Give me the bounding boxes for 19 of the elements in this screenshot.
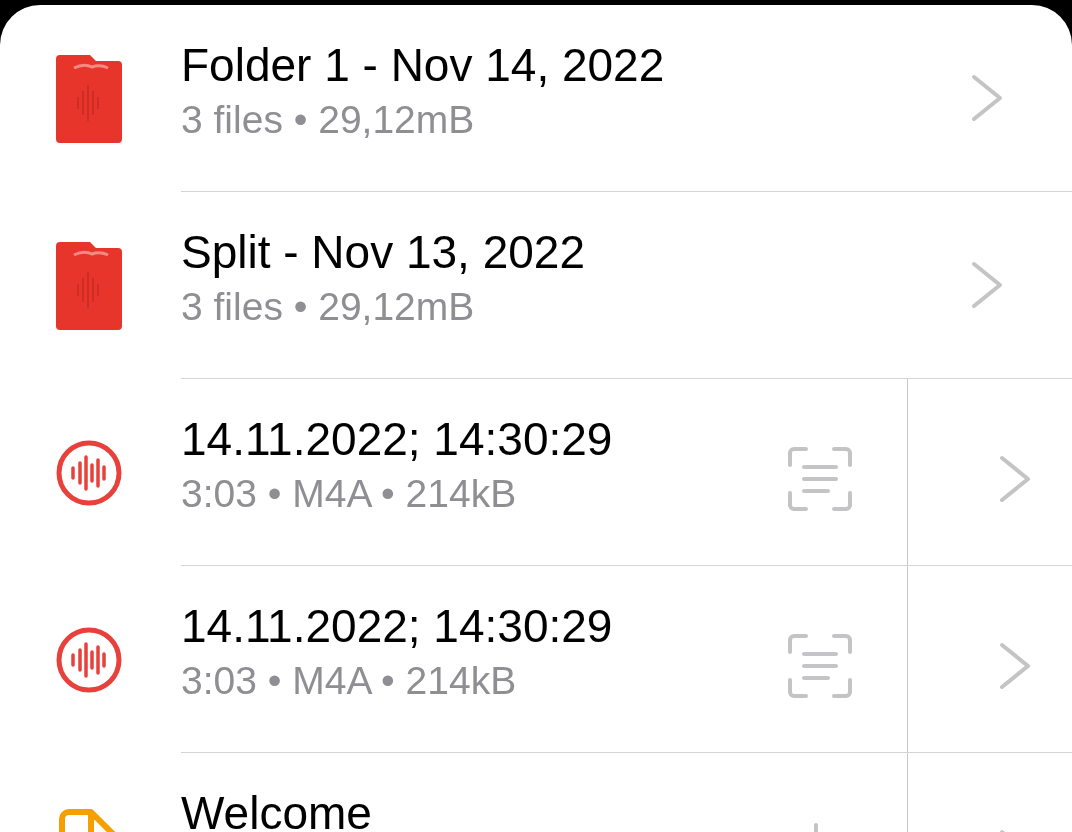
chevron-icon[interactable] (970, 73, 1004, 123)
transcript-icon[interactable] (788, 447, 852, 511)
chevron-icon[interactable] (998, 641, 1032, 691)
folder-icon (55, 54, 122, 143)
chevron-icon[interactable] (970, 260, 1004, 310)
item-title: Folder 1 - Nov 14, 2022 (181, 38, 666, 93)
item-title: 14.11.2022; 14:30:29 (181, 412, 614, 467)
item-details: 3 files • 29,12mB (181, 97, 476, 143)
item-details: 3 files • 29,12mB (181, 284, 476, 330)
waveform-icon (55, 626, 122, 693)
item-details: 3:03 • M4A • 214kB (181, 658, 518, 704)
item-title: Split - Nov 13, 2022 (181, 225, 586, 280)
waveform-icon (55, 439, 122, 506)
chevron-icon[interactable] (998, 454, 1032, 504)
item-title: Welcome (181, 786, 373, 832)
folder-icon (55, 241, 122, 330)
item-title: 14.11.2022; 14:30:29 (181, 599, 614, 654)
item-details: 3:03 • M4A • 214kB (181, 471, 518, 517)
transcript-icon[interactable] (788, 634, 852, 698)
